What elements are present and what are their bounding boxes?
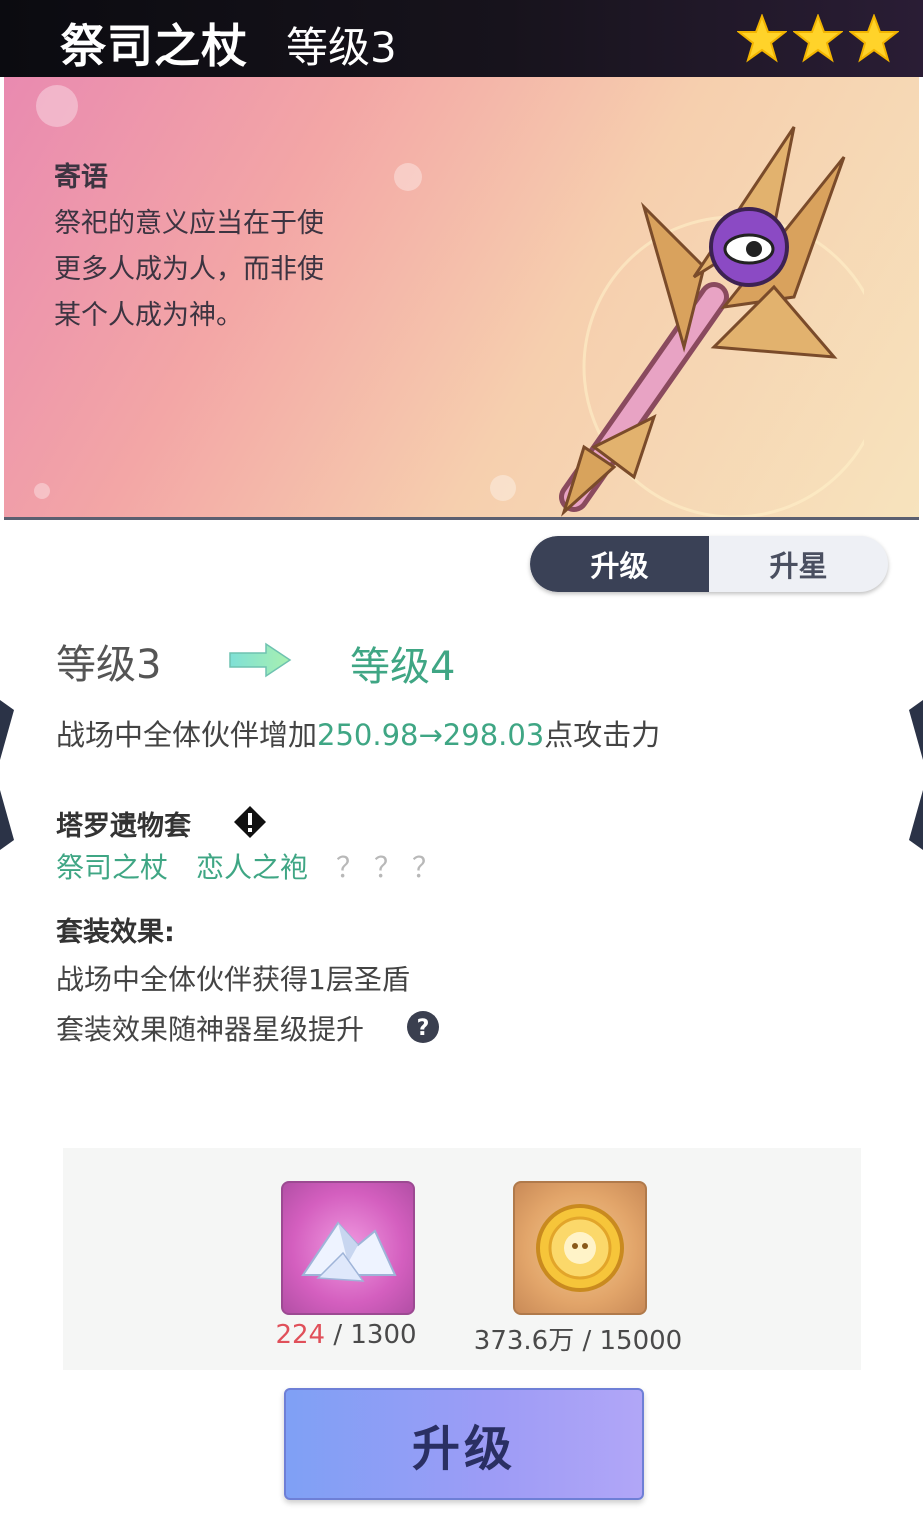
header-bar: 祭司之杖 等级3 xyxy=(0,0,923,77)
flavor-quote: 寄语 祭祀的意义应当在于使 更多人成为人，而非使 某个人成为神。 xyxy=(54,155,324,339)
set-name: 塔罗遗物套 xyxy=(56,811,191,842)
decor-bubble xyxy=(34,483,50,499)
material-slot[interactable] xyxy=(281,1181,415,1315)
material-slot[interactable] xyxy=(513,1181,647,1315)
set-item-list: 祭司之杖 恋人之袍 ？？？ xyxy=(56,846,450,886)
quote-line: 更多人成为人，而非使 xyxy=(54,254,324,285)
star-icon xyxy=(737,14,787,63)
gold-coin-icon xyxy=(536,1204,624,1292)
tab-upgrade[interactable]: 升级 xyxy=(530,536,709,592)
material-have: 373.6万 xyxy=(473,1326,575,1356)
help-icon[interactable]: ? xyxy=(406,1010,440,1044)
next-level: 等级4 xyxy=(350,644,456,690)
set-item-lovers-robe[interactable]: 恋人之袍 xyxy=(196,846,308,886)
decor-bubble xyxy=(490,475,516,501)
material-need: / 1300 xyxy=(333,1320,417,1350)
arrow-right-icon xyxy=(229,642,292,678)
quote-line: 某个人成为神。 xyxy=(54,300,243,331)
quote-line: 祭祀的意义应当在于使 xyxy=(54,208,324,239)
stat-suffix: 点攻击力 xyxy=(544,718,661,752)
material-count: 373.6万 / 15000 xyxy=(458,1320,698,1357)
upgrade-button[interactable]: 升级 xyxy=(284,1388,644,1500)
star-icon xyxy=(793,14,843,63)
crystal-shards-icon xyxy=(301,1221,397,1282)
set-effect-text: 战场中全体伙伴获得1层圣盾 xyxy=(56,963,410,996)
decor-bubble xyxy=(36,85,78,127)
quote-title: 寄语 xyxy=(54,162,108,193)
info-diamond-icon[interactable] xyxy=(232,804,268,840)
material-count: 224 / 1300 xyxy=(226,1320,466,1350)
svg-text:?: ? xyxy=(417,1016,430,1041)
set-item-priest-staff[interactable]: 祭司之杖 xyxy=(56,846,168,886)
decor-bubble xyxy=(394,163,422,191)
mode-tabs: 升级 升星 xyxy=(530,536,888,592)
tab-star-up[interactable]: 升星 xyxy=(709,536,888,592)
left-edge-decor xyxy=(0,700,14,850)
materials-panel: 224 / 1300 373.6万 / 15000 xyxy=(63,1148,861,1370)
star-icon xyxy=(849,14,899,63)
artifact-level: 等级3 xyxy=(286,23,397,72)
priest-staff-icon xyxy=(559,126,864,517)
stat-values: 250.98→298.03 xyxy=(317,718,545,752)
material-have: 224 xyxy=(275,1320,326,1350)
stat-change-text: 战场中全体伙伴增加250.98→298.03点攻击力 xyxy=(56,712,660,754)
stat-prefix: 战场中全体伙伴增加 xyxy=(56,718,318,752)
set-effect-note: 套装效果随神器星级提升 xyxy=(56,1013,365,1046)
set-item-unknown: ？？？ xyxy=(336,851,451,884)
current-level: 等级3 xyxy=(56,642,162,688)
material-need: / 15000 xyxy=(582,1326,683,1356)
star-rating xyxy=(737,14,899,64)
right-edge-decor xyxy=(909,700,923,850)
artifact-banner: 寄语 祭祀的意义应当在于使 更多人成为人，而非使 某个人成为神。 xyxy=(4,77,919,520)
set-effect-title: 套装效果: xyxy=(56,917,175,948)
artifact-name: 祭司之杖 xyxy=(60,19,248,73)
